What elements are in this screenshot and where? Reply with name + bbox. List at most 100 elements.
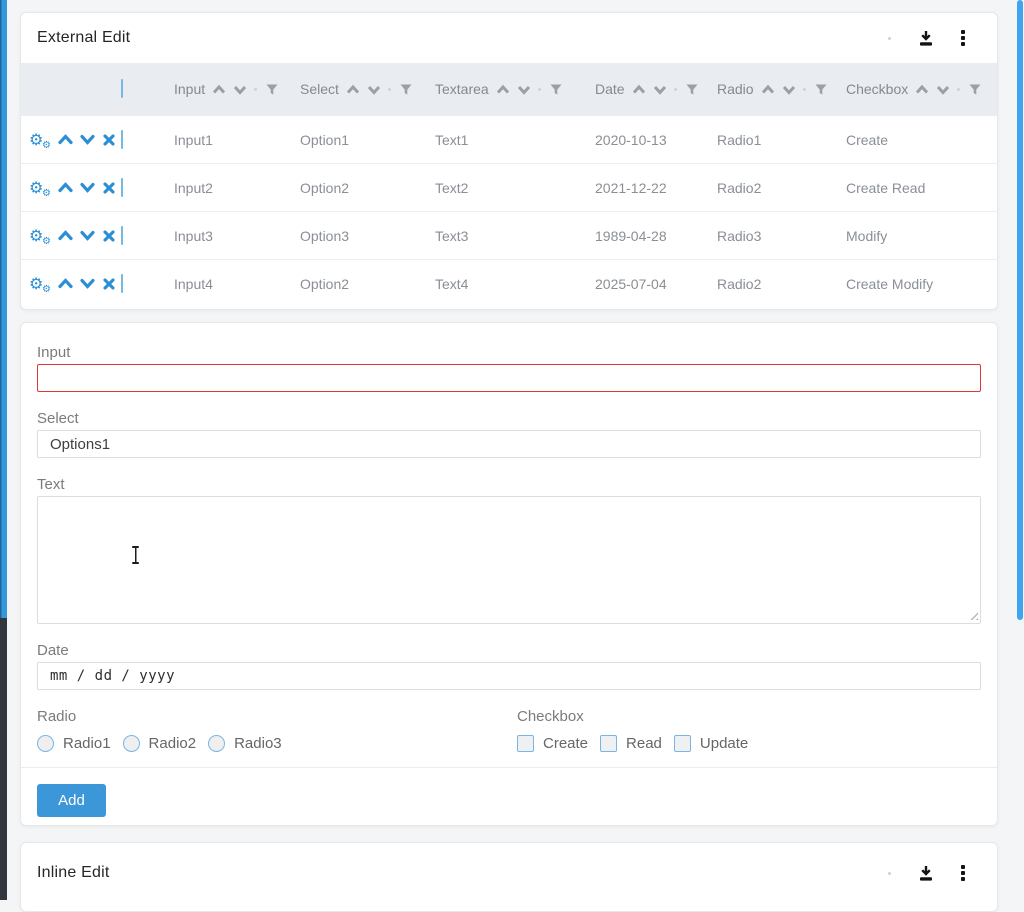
radio-option-label: Radio3	[234, 735, 282, 752]
input-field-label: Input	[37, 343, 981, 363]
form-footer-divider	[21, 767, 997, 768]
select-field-value: Options1	[50, 436, 110, 453]
cell-checkbox: Create	[843, 132, 997, 148]
filter-icon[interactable]	[969, 84, 981, 95]
text-field-label: Text	[37, 475, 981, 495]
kebab-menu-icon[interactable]	[959, 28, 967, 48]
move-down-icon[interactable]	[80, 180, 95, 195]
move-up-icon[interactable]	[58, 132, 73, 147]
date-field[interactable]: mm / dd / yyyy	[37, 662, 981, 690]
cell-input: Input2	[171, 180, 297, 196]
sort-up-icon[interactable]	[346, 84, 360, 95]
move-down-icon[interactable]	[80, 228, 95, 243]
kebab-menu-icon[interactable]	[959, 863, 967, 883]
cell-date: 2020-10-13	[592, 132, 714, 148]
filter-icon[interactable]	[815, 84, 827, 95]
cogs-icon[interactable]: ⚙⚙	[29, 131, 51, 149]
radio-option-label: Radio2	[149, 735, 197, 752]
cogs-icon[interactable]: ⚙⚙	[29, 227, 51, 245]
column-label-radio: Radio	[717, 81, 754, 97]
cell-checkbox: Create Modify	[843, 276, 997, 292]
column-label-input: Input	[174, 81, 205, 97]
checkbox-option-create[interactable]	[517, 735, 534, 752]
column-label-textarea: Textarea	[435, 81, 489, 97]
cell-select: Option1	[297, 132, 432, 148]
cogs-icon[interactable]: ⚙⚙	[29, 275, 51, 293]
cell-checkbox: Create Read	[843, 180, 997, 196]
cogs-icon[interactable]: ⚙⚙	[29, 179, 51, 197]
delete-x-icon[interactable]	[102, 229, 116, 243]
page-scrollbar-thumb[interactable]	[1017, 0, 1023, 620]
cell-input: Input1	[171, 132, 297, 148]
sort-up-icon[interactable]	[212, 84, 226, 95]
dot-separator	[888, 37, 891, 40]
sort-down-icon[interactable]	[367, 84, 381, 95]
sort-up-icon[interactable]	[496, 84, 510, 95]
left-scrollbar-thumb[interactable]	[0, 0, 7, 618]
sort-down-icon[interactable]	[782, 84, 796, 95]
date-field-label: Date	[37, 641, 981, 661]
cell-textarea: Text4	[432, 276, 592, 292]
table-row: ⚙⚙ Input1 Option1 Text1 2020-10-13 Radio…	[21, 115, 997, 163]
download-icon[interactable]	[917, 29, 935, 47]
sort-down-icon[interactable]	[653, 84, 667, 95]
cell-date: 1989-04-28	[592, 228, 714, 244]
radio-group-label: Radio	[37, 707, 517, 727]
card-title: External Edit	[37, 29, 130, 47]
row-checkbox[interactable]	[121, 274, 123, 293]
select-field[interactable]: Options1	[37, 430, 981, 458]
move-up-icon[interactable]	[58, 276, 73, 291]
checkbox-option-label: Create	[543, 735, 588, 752]
sort-down-icon[interactable]	[517, 84, 531, 95]
radio-option-radio1[interactable]	[37, 735, 54, 752]
cell-textarea: Text2	[432, 180, 592, 196]
delete-x-icon[interactable]	[102, 181, 116, 195]
sort-down-icon[interactable]	[233, 84, 247, 95]
select-all-checkbox[interactable]	[121, 79, 123, 98]
dot-separator	[803, 88, 806, 91]
checkbox-option-read[interactable]	[600, 735, 617, 752]
row-checkbox[interactable]	[121, 178, 123, 197]
text-field[interactable]	[37, 496, 981, 624]
input-field[interactable]	[37, 364, 981, 392]
filter-icon[interactable]	[550, 84, 562, 95]
move-down-icon[interactable]	[80, 276, 95, 291]
add-record-form-card: Input Select Options1 Text Date mm / dd …	[20, 322, 998, 826]
dot-separator	[957, 88, 960, 91]
select-field-label: Select	[37, 409, 981, 429]
sort-up-icon[interactable]	[915, 84, 929, 95]
inline-edit-card-header: Inline Edit	[21, 843, 997, 903]
row-checkbox[interactable]	[121, 226, 123, 245]
row-checkbox[interactable]	[121, 130, 123, 149]
radio-option-radio2[interactable]	[123, 735, 140, 752]
sort-up-icon[interactable]	[632, 84, 646, 95]
move-down-icon[interactable]	[80, 132, 95, 147]
sort-up-icon[interactable]	[761, 84, 775, 95]
cell-date: 2021-12-22	[592, 180, 714, 196]
table-row: ⚙⚙ Input4 Option2 Text4 2025-07-04 Radio…	[21, 259, 997, 307]
delete-x-icon[interactable]	[102, 133, 116, 147]
filter-icon[interactable]	[686, 84, 698, 95]
cell-checkbox: Modify	[843, 228, 997, 244]
filter-icon[interactable]	[400, 84, 412, 95]
column-label-select: Select	[300, 81, 339, 97]
column-label-checkbox: Checkbox	[846, 81, 908, 97]
cell-radio: Radio2	[714, 276, 843, 292]
download-icon[interactable]	[917, 864, 935, 882]
radio-option-radio3[interactable]	[208, 735, 225, 752]
dot-separator	[254, 88, 257, 91]
dot-separator	[674, 88, 677, 91]
dot-separator	[538, 88, 541, 91]
add-button[interactable]: Add	[37, 784, 106, 817]
checkbox-group-label: Checkbox	[517, 707, 760, 727]
move-up-icon[interactable]	[58, 228, 73, 243]
date-field-placeholder: mm / dd / yyyy	[50, 668, 175, 684]
delete-x-icon[interactable]	[102, 277, 116, 291]
filter-icon[interactable]	[266, 84, 278, 95]
cell-select: Option2	[297, 276, 432, 292]
table-row: ⚙⚙ Input3 Option3 Text3 1989-04-28 Radio…	[21, 211, 997, 259]
checkbox-option-update[interactable]	[674, 735, 691, 752]
column-label-date: Date	[595, 81, 625, 97]
move-up-icon[interactable]	[58, 180, 73, 195]
sort-down-icon[interactable]	[936, 84, 950, 95]
